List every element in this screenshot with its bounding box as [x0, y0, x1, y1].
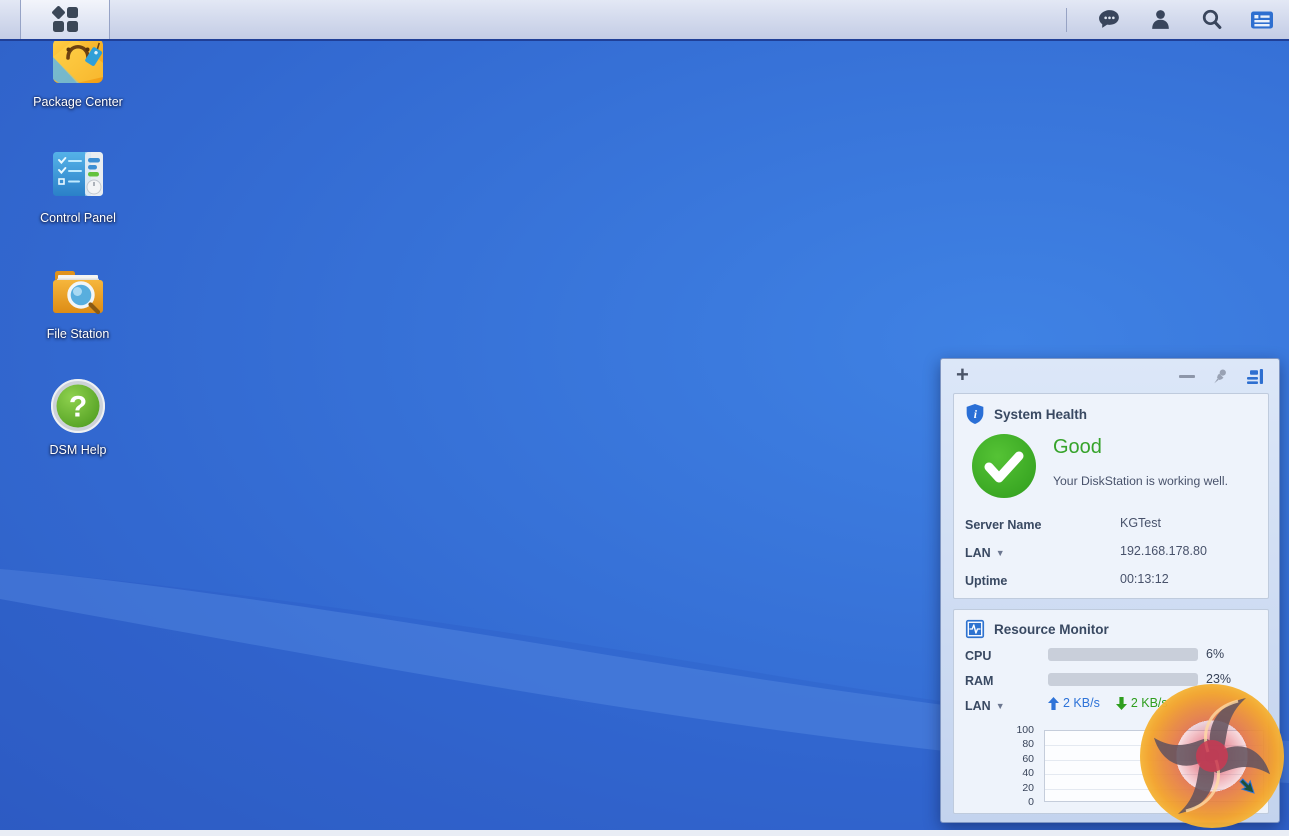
y-tick-label: 60 [990, 753, 1034, 765]
svg-text:?: ? [69, 391, 87, 424]
lan-traffic-row: LAN▼ 2 KB/s 2 KB/s [965, 697, 1257, 713]
dock-right-icon[interactable] [1246, 368, 1265, 385]
gridline [1045, 745, 1263, 746]
row-value: KGTest [1120, 516, 1161, 530]
status-good-icon [971, 433, 1037, 504]
notifications-icon[interactable] [1096, 7, 1122, 33]
ram-progress-bar [1048, 673, 1198, 686]
row-value: 00:13:12 [1120, 572, 1169, 586]
main-menu-icon [53, 7, 78, 32]
chevron-down-icon: ▼ [996, 701, 1005, 711]
lan-dropdown[interactable]: LAN▼ [965, 699, 1005, 713]
pin-panel-icon[interactable] [1212, 368, 1229, 385]
add-widget-button[interactable]: + [956, 362, 969, 388]
download-arrow-icon [1116, 697, 1127, 710]
widget-panel: + [940, 358, 1280, 823]
row-value: 192.168.178.80 [1120, 544, 1207, 558]
widgets-icon[interactable] [1249, 7, 1275, 33]
taskbar-separator [1066, 8, 1067, 32]
file-station-icon [47, 259, 109, 321]
cpu-percent: 6% [1206, 647, 1224, 661]
widget-title: Resource Monitor [994, 622, 1109, 637]
ram-percent: 23% [1206, 672, 1231, 686]
shortcut-dsm-help[interactable]: ? DSM Help [20, 375, 136, 458]
gridline [1045, 760, 1263, 761]
y-tick-label: 0 [990, 796, 1034, 808]
minimize-panel-button[interactable] [1179, 375, 1195, 378]
shortcut-label: File Station [20, 326, 136, 342]
y-tick-label: 40 [990, 767, 1034, 779]
y-tick-label: 100 [990, 724, 1034, 736]
system-health-icon: i [965, 403, 985, 425]
control-panel-icon [47, 143, 109, 205]
lan-dropdown[interactable]: LAN▼ [965, 546, 1005, 560]
dsm-desktop: { "topbar": { "main_menu": "Main Menu", … [0, 0, 1289, 836]
row-label: Uptime [965, 574, 1007, 588]
lan-download: 2 KB/s [1116, 696, 1168, 710]
row-label: RAM [965, 674, 993, 688]
shortcut-control-panel[interactable]: Control Panel [20, 143, 136, 226]
ram-usage-row: RAM 23% [965, 672, 1257, 688]
user-options-icon[interactable] [1147, 7, 1173, 33]
search-icon[interactable] [1198, 7, 1224, 33]
y-tick-label: 20 [990, 782, 1034, 794]
lan-address-row: LAN▼ 192.168.178.80 [965, 544, 1257, 560]
shortcut-label: Package Center [20, 94, 136, 110]
system-health-widget: i System Health Good Your DiskStation is… [953, 393, 1269, 599]
main-menu-button[interactable] [20, 0, 110, 39]
y-tick-label: 80 [990, 738, 1034, 750]
uptime-row: Uptime 00:13:12 [965, 572, 1257, 588]
gridline [1045, 774, 1263, 775]
system-taskbar [0, 0, 1289, 41]
health-message: Your DiskStation is working well. [1053, 474, 1228, 488]
health-status: Good [1053, 436, 1102, 459]
shortcut-file-station[interactable]: File Station [20, 259, 136, 342]
upload-arrow-icon [1048, 697, 1059, 710]
resource-monitor-widget: Resource Monitor CPU 6% RAM 23% LAN▼ [953, 609, 1269, 814]
screen-bottom-strip [0, 830, 1289, 836]
lan-upload: 2 KB/s [1048, 696, 1100, 710]
server-name-row: Server Name KGTest [965, 516, 1257, 532]
widget-title: System Health [994, 407, 1087, 422]
row-label: CPU [965, 649, 991, 663]
lan-traffic-chart [1044, 730, 1264, 802]
gridline [1045, 789, 1263, 790]
shortcut-label: Control Panel [20, 210, 136, 226]
widget-panel-toolbar: + [941, 359, 1279, 393]
row-label: Server Name [965, 518, 1041, 532]
resource-monitor-icon [965, 619, 985, 639]
cpu-usage-row: CPU 6% [965, 647, 1257, 663]
cpu-progress-bar [1048, 648, 1198, 661]
chevron-down-icon: ▼ [996, 548, 1005, 558]
dsm-help-icon: ? [47, 375, 109, 437]
shortcut-label: DSM Help [20, 442, 136, 458]
